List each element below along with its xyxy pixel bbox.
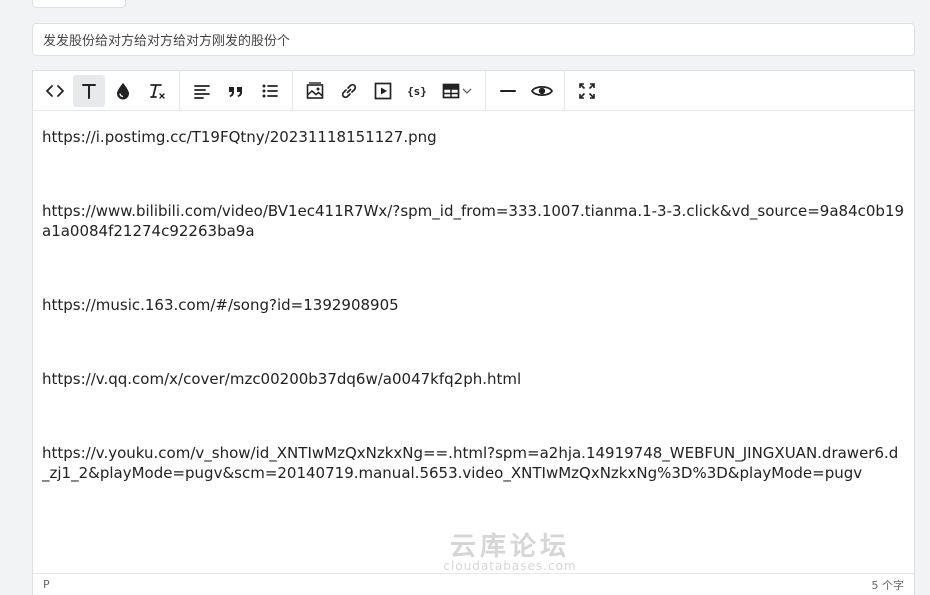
editor-content[interactable]: https://i.postimg.cc/T19FQtny/2023111815… xyxy=(33,111,914,573)
insert-table-button[interactable] xyxy=(435,75,479,107)
horizontal-rule-icon xyxy=(500,89,516,92)
insert-image-button[interactable] xyxy=(299,75,331,107)
title-input[interactable] xyxy=(32,23,915,56)
toolbar-divider xyxy=(179,70,180,111)
code-view-icon xyxy=(46,84,64,97)
horizontal-rule-button[interactable] xyxy=(492,75,524,107)
table-icon xyxy=(442,83,460,98)
content-paragraph: https://i.postimg.cc/T19FQtny/2023111815… xyxy=(42,128,437,146)
toolbar-divider xyxy=(485,70,486,111)
insert-link-button[interactable] xyxy=(333,75,365,107)
video-icon xyxy=(374,82,392,99)
code-block-button[interactable]: {s} xyxy=(401,75,433,107)
toolbar-divider xyxy=(292,70,293,111)
top-button[interactable] xyxy=(32,0,126,8)
quote-icon xyxy=(229,86,242,97)
fullscreen-icon xyxy=(579,82,595,99)
rich-text-editor: {s} https://i.postimg.cc/T19FQtny/202311… xyxy=(32,70,915,595)
image-icon xyxy=(306,81,324,99)
toolbar-divider xyxy=(564,70,565,111)
preview-button[interactable] xyxy=(526,75,558,107)
text-style-button[interactable] xyxy=(73,74,105,107)
bullet-list-icon xyxy=(262,84,278,97)
link-icon xyxy=(341,83,357,98)
text-style-icon xyxy=(82,83,96,99)
quote-button[interactable] xyxy=(220,75,252,107)
code-view-button[interactable] xyxy=(39,75,71,107)
align-button[interactable] xyxy=(186,75,218,107)
svg-text:{s}: {s} xyxy=(407,85,427,98)
clear-format-icon xyxy=(150,83,165,99)
content-paragraph: https://music.163.com/#/song?id=13929089… xyxy=(42,296,399,314)
element-path[interactable]: P xyxy=(43,578,50,591)
word-count: 5 个字 xyxy=(871,578,905,592)
code-block-icon: {s} xyxy=(407,85,427,98)
chevron-down-icon xyxy=(462,88,472,94)
editor-statusbar: P 5 个字 xyxy=(33,573,914,595)
text-color-button[interactable] xyxy=(107,75,139,107)
bullet-list-button[interactable] xyxy=(254,75,286,107)
clear-format-button[interactable] xyxy=(141,75,173,107)
content-paragraph: https://www.bilibili.com/video/BV1ec411R… xyxy=(42,202,905,240)
align-left-icon xyxy=(194,84,210,99)
preview-icon xyxy=(530,85,554,96)
fullscreen-button[interactable] xyxy=(571,75,603,107)
editor-toolbar: {s} xyxy=(33,70,914,111)
color-drop-icon xyxy=(117,82,129,99)
content-paragraph: https://v.youku.com/v_show/id_XNTIwMzQxN… xyxy=(42,444,899,482)
insert-video-button[interactable] xyxy=(367,75,399,107)
content-paragraph: https://v.qq.com/x/cover/mzc00200b37dq6w… xyxy=(42,370,522,388)
